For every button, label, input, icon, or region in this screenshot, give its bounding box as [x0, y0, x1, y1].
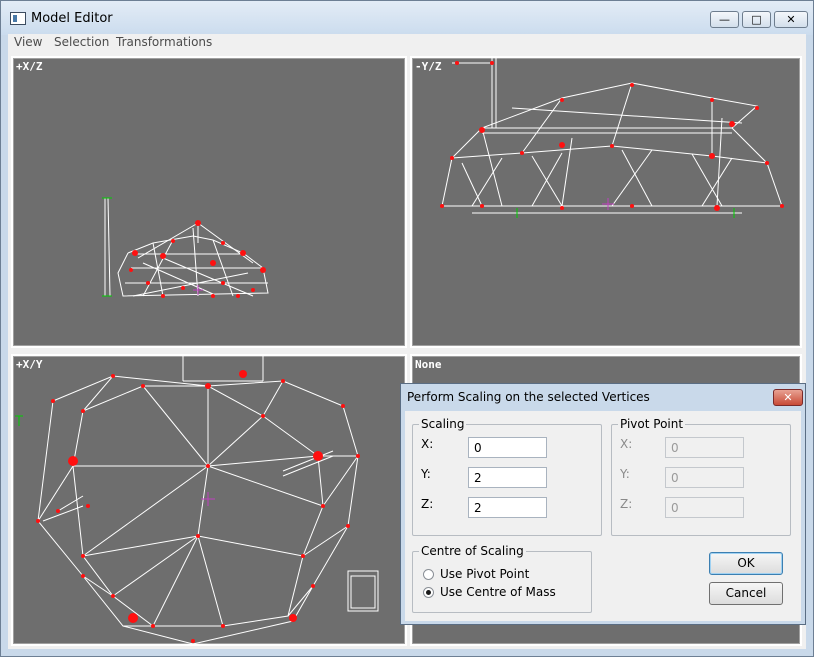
minimize-button[interactable]: — [710, 11, 739, 28]
pivot-group-label: Pivot Point [618, 417, 686, 431]
viewport-label-none: None [415, 358, 442, 371]
dialog-title: Perform Scaling on the selected Vertices [407, 390, 650, 404]
viewport-label-xz: +X/Z [16, 60, 43, 73]
use-pivot-point-radio[interactable] [423, 569, 434, 580]
window-title: Model Editor [31, 11, 113, 26]
scaling-group: Scaling X: Y: Z: [412, 417, 602, 536]
maximize-button[interactable]: □ [742, 11, 771, 28]
scaling-group-label: Scaling [419, 417, 467, 431]
scale-y-input[interactable] [468, 467, 547, 488]
centre-of-scaling-group: Centre of Scaling Use Pivot Point Use Ce… [412, 544, 592, 613]
use-centre-of-mass-radio[interactable] [423, 587, 434, 598]
centre-group-label: Centre of Scaling [419, 544, 526, 558]
viewport-xy[interactable]: +X/Y [11, 354, 407, 646]
scale-x-input[interactable] [468, 437, 547, 458]
pivot-z-label: Z: [620, 497, 633, 511]
maximize-icon: □ [751, 13, 762, 26]
mesh-wireframe-yz [440, 58, 784, 218]
use-centre-of-mass-label: Use Centre of Mass [440, 585, 556, 599]
viewport-label-xy: +X/Y [16, 358, 43, 371]
dialog-body: Scaling X: Y: Z: Pivot Point X: Y: Z: Ce… [405, 411, 801, 621]
mesh-wireframe-xy [15, 356, 379, 644]
pivot-point-group: Pivot Point X: Y: Z: [611, 417, 791, 536]
dialog-close-button[interactable]: ✕ [773, 389, 803, 406]
pivot-x-label: X: [620, 437, 633, 451]
menu-view[interactable]: View [14, 35, 42, 49]
app-window-icon [10, 12, 26, 25]
mesh-wireframe-xz [102, 197, 269, 298]
scale-z-input[interactable] [468, 497, 547, 518]
ok-button[interactable]: OK [709, 552, 783, 575]
menu-selection[interactable]: Selection [54, 35, 109, 49]
cancel-button[interactable]: Cancel [709, 582, 783, 605]
pivot-y-input [665, 467, 744, 488]
close-icon: ✕ [786, 13, 796, 26]
viewport-yz[interactable]: -Y/Z [410, 56, 802, 348]
scaling-dialog: Perform Scaling on the selected Vertices… [400, 383, 806, 625]
close-button[interactable]: ✕ [774, 11, 808, 28]
title-bar[interactable]: Model Editor — □ ✕ [1, 1, 813, 35]
pivot-x-input [665, 437, 744, 458]
viewport-label-yz: -Y/Z [415, 60, 442, 73]
close-icon: ✕ [783, 391, 793, 404]
scale-x-label: X: [421, 437, 434, 451]
viewport-xz[interactable]: +X/Z [11, 56, 407, 348]
scale-z-label: Z: [421, 497, 434, 511]
menu-bar: View Selection Transformations [8, 34, 806, 52]
pivot-y-label: Y: [620, 467, 630, 481]
use-pivot-point-label: Use Pivot Point [440, 567, 530, 581]
pivot-z-input [665, 497, 744, 518]
scale-y-label: Y: [421, 467, 431, 481]
menu-transformations[interactable]: Transformations [116, 35, 212, 49]
minimize-icon: — [719, 13, 730, 26]
